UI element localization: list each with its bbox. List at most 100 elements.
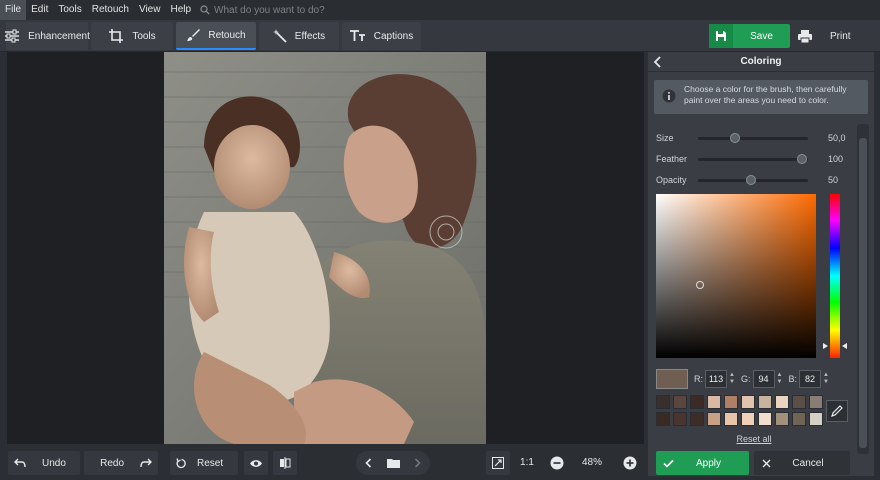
g-label: G:: [741, 374, 751, 384]
r-input[interactable]: 113: [705, 370, 727, 388]
color-palette: [656, 395, 823, 426]
reset-all-link[interactable]: Reset all: [656, 434, 852, 444]
panel-scrollbar[interactable]: [857, 124, 869, 454]
tab-label: Effects: [294, 30, 326, 42]
color-picker-cursor[interactable]: [696, 281, 704, 289]
b-input[interactable]: 82: [799, 370, 822, 388]
palette-swatch[interactable]: [656, 412, 670, 426]
reset-button[interactable]: Reset: [170, 451, 238, 475]
tab-label: Retouch: [208, 29, 246, 41]
palette-swatch[interactable]: [707, 412, 721, 426]
previous-button[interactable]: [356, 451, 380, 475]
zoom-out-button[interactable]: [545, 451, 569, 475]
current-color-swatch: [656, 369, 688, 389]
palette-swatch[interactable]: [707, 395, 721, 409]
palette-swatch[interactable]: [809, 395, 823, 409]
cancel-button[interactable]: Cancel: [754, 451, 850, 475]
search-placeholder: What do you want to do?: [214, 4, 325, 16]
eye-icon: [249, 459, 263, 468]
photo-preview[interactable]: [164, 52, 486, 444]
plus-circle-icon: [623, 456, 637, 470]
save-button[interactable]: Save: [709, 24, 790, 48]
color-picker-field[interactable]: [656, 194, 816, 358]
palette-swatch[interactable]: [673, 395, 687, 409]
redo-button[interactable]: Redo: [84, 451, 158, 475]
print-label: Print: [830, 30, 851, 42]
tab-tools[interactable]: Tools: [91, 22, 173, 50]
brush-icon: [186, 28, 201, 42]
hue-slider[interactable]: [830, 194, 840, 358]
preview-toggle-button[interactable]: [244, 451, 268, 475]
menu-view[interactable]: View: [134, 0, 166, 20]
palette-swatch[interactable]: [792, 395, 806, 409]
palette-swatch[interactable]: [724, 412, 738, 426]
close-icon: [754, 459, 778, 468]
zoom-in-button[interactable]: [618, 451, 642, 475]
r-spinner[interactable]: ▲ ▼: [727, 370, 737, 388]
redo-icon: [140, 458, 152, 468]
slider-knob[interactable]: [746, 175, 756, 185]
g-spinner[interactable]: ▲ ▼: [775, 370, 785, 388]
back-arrow-icon[interactable]: [654, 56, 662, 68]
slider-size[interactable]: Size 50,0: [648, 131, 858, 145]
palette-swatch[interactable]: [809, 412, 823, 426]
menu-bar: File Edit Tools Retouch View Help What d…: [0, 0, 880, 20]
palette-swatch[interactable]: [792, 412, 806, 426]
palette-swatch[interactable]: [690, 412, 704, 426]
check-icon: [656, 459, 680, 468]
undo-button[interactable]: Undo: [8, 451, 80, 475]
hue-marker-left-icon[interactable]: [823, 343, 828, 349]
apply-button[interactable]: Apply: [656, 451, 749, 475]
reset-icon: [176, 457, 187, 469]
rgb-inputs: R: 113 ▲ ▼ G: 94 ▲ ▼ B: 82 ▲ ▼: [656, 369, 852, 389]
menu-help[interactable]: Help: [165, 0, 196, 20]
slider-label: Feather: [656, 154, 688, 164]
palette-swatch[interactable]: [775, 412, 789, 426]
next-button[interactable]: [405, 451, 429, 475]
palette-swatch[interactable]: [775, 395, 789, 409]
menu-file[interactable]: File: [0, 0, 27, 20]
palette-swatch[interactable]: [656, 395, 670, 409]
b-spinner[interactable]: ▲ ▼: [821, 370, 831, 388]
open-folder-button[interactable]: [381, 451, 405, 475]
minus-circle-icon: [550, 456, 564, 470]
tab-enhancement[interactable]: Enhancement: [5, 22, 90, 50]
chevron-left-icon: [364, 458, 372, 468]
slider-feather[interactable]: Feather 100: [648, 152, 858, 166]
print-button[interactable]: Print: [794, 24, 874, 48]
menu-edit[interactable]: Edit: [26, 0, 53, 20]
compare-button[interactable]: [273, 451, 297, 475]
slider-knob[interactable]: [797, 154, 807, 164]
tab-captions[interactable]: Captions: [342, 22, 421, 50]
slider-value: 50: [828, 175, 839, 185]
palette-swatch[interactable]: [724, 395, 738, 409]
g-input[interactable]: 94: [752, 370, 775, 388]
r-label: R:: [694, 374, 703, 384]
actual-size-button[interactable]: 1:1: [515, 451, 539, 475]
tab-effects[interactable]: Effects: [259, 22, 339, 50]
palette-swatch[interactable]: [741, 412, 755, 426]
palette-swatch[interactable]: [758, 412, 772, 426]
palette-swatch[interactable]: [741, 395, 755, 409]
palette-swatch[interactable]: [758, 395, 772, 409]
menu-search[interactable]: What do you want to do?: [200, 5, 325, 16]
slider-track[interactable]: [698, 137, 808, 140]
panel-header: Coloring: [648, 52, 874, 72]
fit-to-screen-button[interactable]: [486, 451, 510, 475]
zoom-level: 48%: [581, 457, 602, 468]
slider-opacity[interactable]: Opacity 50: [648, 173, 858, 187]
tab-retouch[interactable]: Retouch: [176, 22, 256, 50]
menu-tools[interactable]: Tools: [53, 0, 86, 20]
magic-wand-icon: [272, 29, 287, 43]
chevron-right-icon: [414, 458, 421, 468]
hue-marker-right-icon[interactable]: [842, 343, 847, 349]
menu-retouch[interactable]: Retouch: [87, 0, 134, 20]
fit-screen-icon: [492, 457, 504, 469]
palette-swatch[interactable]: [690, 395, 704, 409]
eyedropper-button[interactable]: [826, 400, 848, 422]
crop-icon: [108, 28, 124, 44]
slider-track[interactable]: [698, 158, 808, 161]
palette-swatch[interactable]: [673, 412, 687, 426]
scrollbar-thumb[interactable]: [859, 138, 867, 448]
slider-knob[interactable]: [730, 133, 740, 143]
